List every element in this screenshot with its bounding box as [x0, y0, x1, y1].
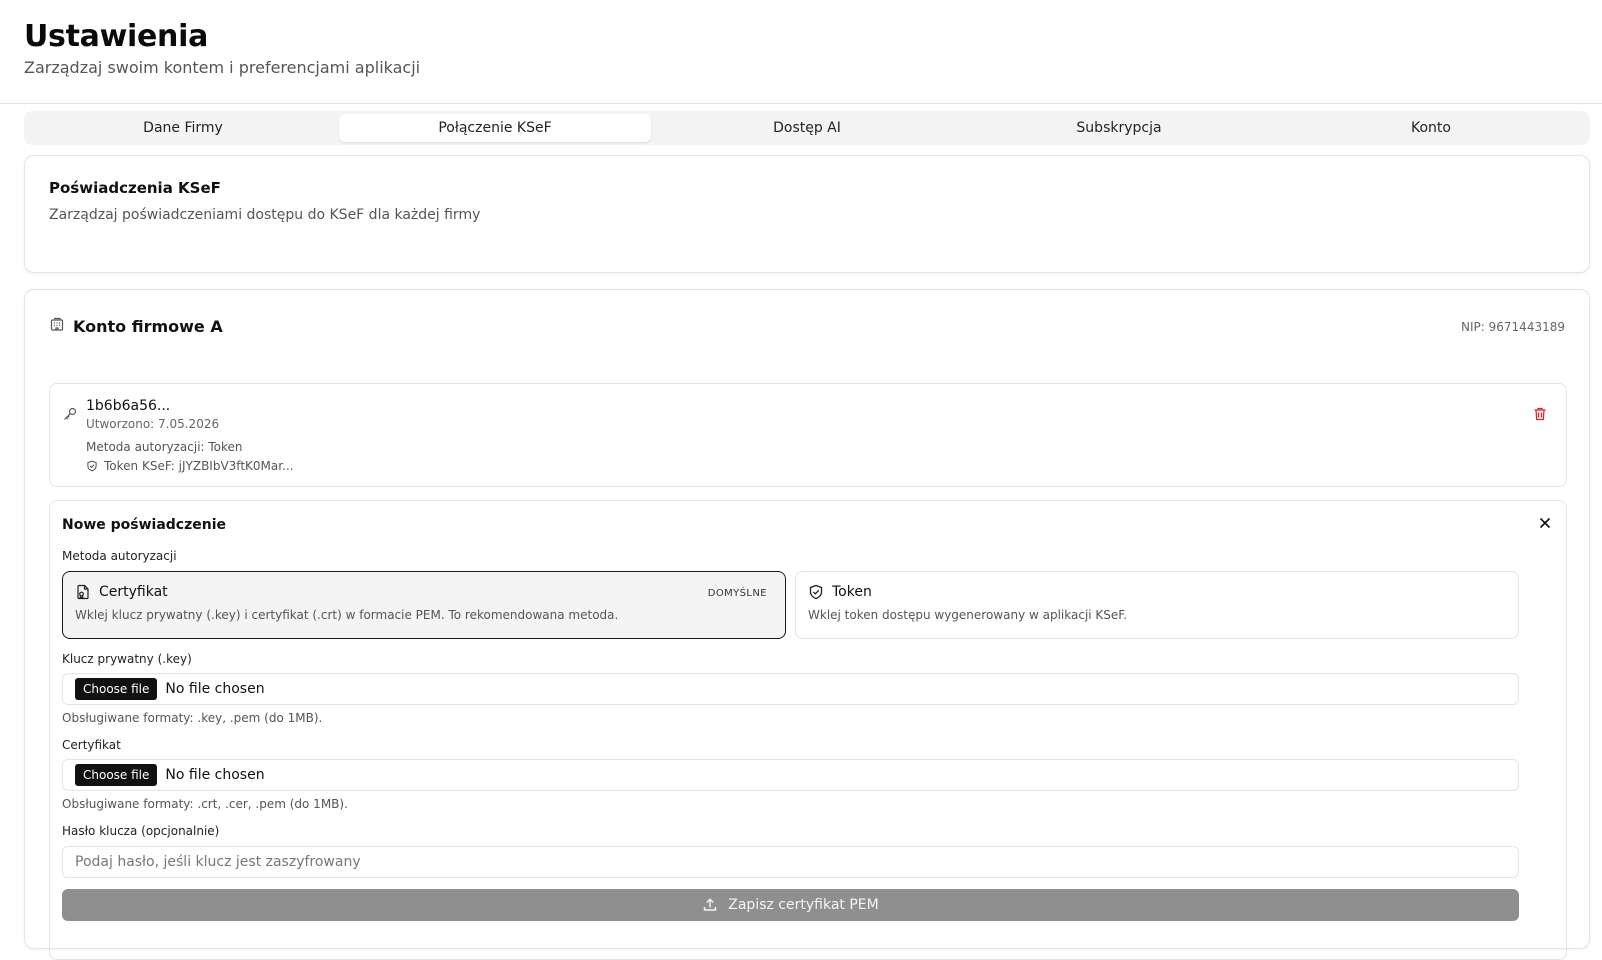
- password-label: Hasło klucza (opcjonalnie): [62, 824, 220, 838]
- method-option-token[interactable]: Token Wklej token dostępu wygenerowany w…: [795, 571, 1519, 639]
- certificate-file-input[interactable]: Choose file No file chosen: [62, 759, 1519, 791]
- shield-check-icon: [809, 584, 823, 600]
- save-pem-button[interactable]: Zapisz certyfikat PEM: [62, 889, 1519, 921]
- private-key-hint: Obsługiwane formaty: .key, .pem (do 1MB)…: [62, 711, 323, 725]
- method-option-token-description: Wklej token dostępu wygenerowany w aplik…: [808, 608, 1128, 622]
- save-pem-label: Zapisz certyfikat PEM: [728, 897, 879, 913]
- settings-tabs: Dane Firmy Połączenie KSeF Dostęp AI Sub…: [24, 111, 1590, 145]
- tab-dane-firmy[interactable]: Dane Firmy: [27, 114, 339, 142]
- delete-credential-button[interactable]: [1532, 406, 1548, 426]
- method-option-certificate[interactable]: Certyfikat Wklej klucz prywatny (.key) i…: [62, 571, 786, 639]
- method-option-certificate-title: Certyfikat: [99, 584, 168, 600]
- page-header: Ustawienia Zarządzaj swoim kontem i pref…: [0, 0, 1602, 104]
- credential-id: 1b6b6a56...: [86, 398, 171, 414]
- credential-token-row: Token KSeF: jJYZBIbV3ftK0Mar...: [86, 459, 294, 473]
- key-password-input[interactable]: [62, 846, 1519, 878]
- company-name: Konto firmowe A: [73, 316, 223, 336]
- credential-method: Metoda autoryzacji: Token: [86, 440, 243, 454]
- credential-created: Utworzono: 7.05.2026: [86, 417, 220, 431]
- certificate-file-status: No file chosen: [165, 767, 265, 783]
- trash-icon: [1534, 407, 1546, 421]
- private-key-file-input[interactable]: Choose file No file chosen: [62, 673, 1519, 705]
- tab-konto[interactable]: Konto: [1275, 114, 1587, 142]
- method-option-certificate-description: Wklej klucz prywatny (.key) i certyfikat…: [75, 608, 619, 622]
- credentials-card-title: Poświadczenia KSeF: [49, 179, 221, 197]
- page-subtitle: Zarządzaj swoim kontem i preferencjami a…: [24, 58, 421, 77]
- page-title: Ustawienia: [24, 19, 209, 54]
- upload-icon: [704, 898, 717, 911]
- shield-check-icon: [87, 460, 97, 472]
- credential-token: Token KSeF: jJYZBIbV3ftK0Mar...: [104, 459, 294, 473]
- tab-polaczenie-ksef[interactable]: Połączenie KSeF: [339, 114, 651, 142]
- company-nip: NIP: 9671443189: [1461, 320, 1565, 334]
- private-key-label: Klucz prywatny (.key): [62, 652, 192, 666]
- new-credential-form: Nowe poświadczenie Metoda autoryzacji Ce…: [49, 500, 1567, 960]
- default-badge: DOMYŚLNE: [707, 588, 767, 599]
- certificate-label: Certyfikat: [62, 738, 121, 752]
- method-label: Metoda autoryzacji: [62, 549, 177, 563]
- company-account-card: Konto firmowe A NIP: 9671443189 1b6b6a56…: [24, 289, 1590, 960]
- company-header: Konto firmowe A: [49, 316, 223, 336]
- credentials-info-card: Poświadczenia KSeF Zarządzaj poświadczen…: [24, 155, 1590, 273]
- certificate-hint: Obsługiwane formaty: .crt, .cer, .pem (d…: [62, 797, 348, 811]
- existing-credential: 1b6b6a56... Utworzono: 7.05.2026 Metoda …: [49, 383, 1567, 487]
- method-option-token-title: Token: [832, 584, 872, 600]
- certificate-choose-file-button[interactable]: Choose file: [75, 764, 158, 786]
- tab-dostep-ai[interactable]: Dostęp AI: [651, 114, 963, 142]
- private-key-file-status: No file chosen: [165, 681, 265, 697]
- close-form-button[interactable]: [1538, 515, 1552, 534]
- tab-subskrypcja[interactable]: Subskrypcja: [963, 114, 1275, 142]
- credentials-card-description: Zarządzaj poświadczeniami dostępu do KSe…: [49, 207, 481, 223]
- private-key-choose-file-button[interactable]: Choose file: [75, 678, 158, 700]
- file-certificate-icon: [77, 584, 89, 600]
- key-icon: [62, 406, 78, 426]
- new-credential-title: Nowe poświadczenie: [62, 517, 227, 533]
- building-icon: [49, 316, 65, 336]
- close-icon: [1539, 517, 1551, 529]
